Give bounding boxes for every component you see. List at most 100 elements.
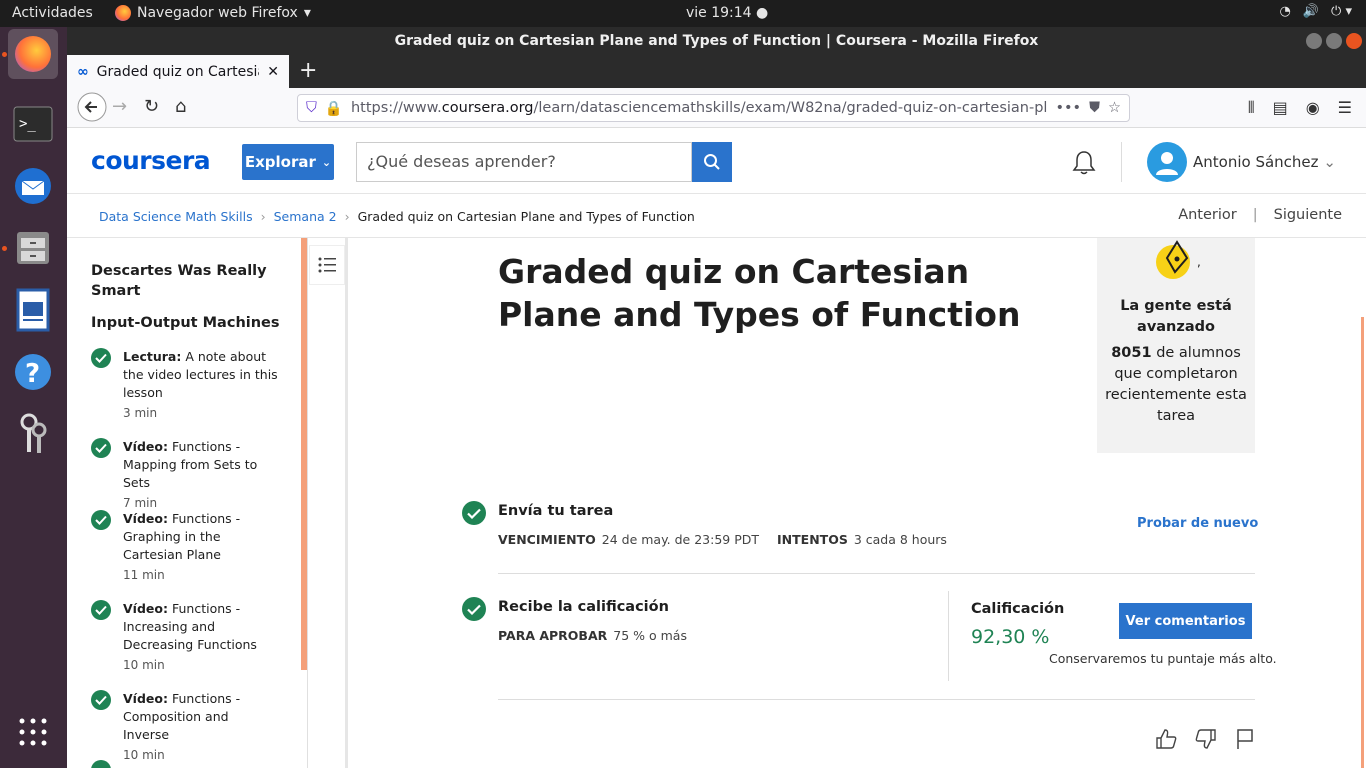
show-apps-button[interactable] <box>8 707 58 757</box>
svg-text:?: ? <box>25 359 40 389</box>
breadcrumb-course[interactable]: Data Science Math Skills <box>99 209 253 224</box>
divider <box>307 238 308 768</box>
coursera-header: coursera Explorar ⌄ ¿Qué deseas aprender… <box>67 128 1366 194</box>
bookmark-star-icon[interactable]: ☆ <box>1108 100 1121 116</box>
divider <box>1121 142 1122 182</box>
close-window-button[interactable] <box>1346 33 1362 49</box>
breadcrumb: Data Science Math Skills › Semana 2 › Gr… <box>99 209 695 224</box>
page-scrollbar[interactable] <box>1361 317 1364 768</box>
lesson-duration: 3 min <box>123 406 158 420</box>
retry-link[interactable]: Probar de nuevo <box>1137 516 1258 531</box>
running-indicator <box>2 246 7 251</box>
url-text[interactable]: https://www.coursera.org/learn/datascien… <box>351 100 1048 116</box>
dock-files[interactable] <box>8 223 58 273</box>
close-tab-icon[interactable]: ✕ <box>267 64 279 80</box>
check-circle-icon <box>91 690 111 710</box>
library-icon[interactable]: ⫴ <box>1248 98 1255 118</box>
minimize-button[interactable] <box>1306 33 1322 49</box>
view-feedback-button[interactable]: Ver comentarios <box>1119 603 1252 639</box>
lock-icon[interactable]: 🔒 <box>325 100 343 117</box>
notifications-button[interactable] <box>1072 150 1096 180</box>
search-input[interactable]: ¿Qué deseas aprender? <box>356 142 692 182</box>
coursera-logo[interactable]: coursera <box>91 146 211 175</box>
dock-firefox[interactable] <box>8 29 58 79</box>
previous-link[interactable]: Anterior <box>1178 207 1237 223</box>
chevron-down-icon: ⌄ <box>321 155 332 169</box>
divider <box>948 591 949 681</box>
lesson-kind: Lectura: <box>123 349 182 364</box>
forward-button[interactable]: → <box>112 96 127 117</box>
system-tray[interactable]: ◔ 🔊 ⏻ ▾ <box>1280 4 1352 19</box>
grid-icon <box>19 718 47 746</box>
section-heading[interactable]: Descartes Was Really Smart <box>91 261 281 301</box>
lesson-kind: Vídeo: <box>123 439 168 454</box>
back-arrow-icon <box>77 92 107 122</box>
user-menu[interactable]: Antonio Sánchez ⌄ <box>1193 153 1336 171</box>
url-prefix: https://www. <box>350 100 442 116</box>
file-cabinet-icon <box>17 232 49 264</box>
explore-button[interactable]: Explorar ⌄ <box>242 144 334 180</box>
dock-terminal[interactable]: >_ <box>8 99 58 149</box>
dock-passwords[interactable] <box>8 409 58 459</box>
avatar[interactable] <box>1147 142 1187 182</box>
bell-icon <box>1072 151 1096 175</box>
lesson-kind: Vídeo: <box>123 691 168 706</box>
url-domain: coursera.org <box>441 100 534 116</box>
dislike-button[interactable] <box>1195 728 1217 754</box>
navigation-toolbar: → ↻ ⌂ ⛉ 🔒 https://www.coursera.org/learn… <box>67 88 1366 128</box>
maximize-button[interactable] <box>1326 33 1342 49</box>
firefox-icon <box>115 5 131 21</box>
like-button[interactable] <box>1155 728 1177 754</box>
browser-tab[interactable]: ∞ Graded quiz on Cartesian Plane and Typ… <box>67 55 289 88</box>
section-heading[interactable]: Input-Output Machines <box>91 313 281 333</box>
chevron-right-icon: › <box>344 209 350 224</box>
promo-heading: La gente está avanzado <box>1120 298 1232 335</box>
step-title: Recibe la calificación <box>498 599 669 615</box>
pocket-icon[interactable]: ⛊ <box>1089 100 1100 116</box>
user-name: Antonio Sánchez <box>1193 153 1319 171</box>
lesson-kind: Vídeo: <box>123 601 168 616</box>
course-sidebar: Descartes Was Really Smart Input-Output … <box>67 238 307 768</box>
search-button[interactable] <box>692 142 732 182</box>
new-tab-button[interactable]: + <box>299 58 317 83</box>
home-button[interactable]: ⌂ <box>175 96 186 117</box>
hamburger-menu-icon[interactable]: ☰ <box>1338 98 1352 118</box>
window-titlebar: Graded quiz on Cartesian Plane and Types… <box>67 27 1366 55</box>
breadcrumb-current: Graded quiz on Cartesian Plane and Types… <box>357 209 695 224</box>
dock: >_ ? <box>0 27 67 768</box>
step-meta: VENCIMIENTO 24 de may. de 23:59 PDT INTENT… <box>498 532 947 547</box>
dock-writer[interactable] <box>8 285 58 335</box>
check-circle-icon <box>91 348 111 368</box>
lesson-kind: Vídeo: <box>123 511 168 526</box>
tab-title: Graded quiz on Cartesian Plane and Types… <box>96 63 260 80</box>
report-button[interactable] <box>1235 728 1255 754</box>
address-bar[interactable]: ⛉ 🔒 https://www.coursera.org/learn/datas… <box>297 94 1130 122</box>
pass-value: 75 % o más <box>613 628 687 643</box>
activities-button[interactable]: Actividades <box>12 5 93 21</box>
promo-count: 8051 <box>1111 345 1152 361</box>
step-title: Envía tu tarea <box>498 503 614 519</box>
divider <box>345 238 348 768</box>
lesson-duration: 10 min <box>123 658 165 672</box>
back-button[interactable] <box>77 92 107 127</box>
check-circle-icon <box>91 510 111 530</box>
next-link[interactable]: Siguiente <box>1274 207 1342 223</box>
check-circle-icon <box>91 438 111 458</box>
shield-icon[interactable]: ⛉ <box>306 100 317 116</box>
sidebar-icon[interactable]: ▤ <box>1273 98 1288 118</box>
url-path: /learn/datasciencemathskills/exam/W82na/… <box>533 100 1048 116</box>
page-actions-icon[interactable]: ••• <box>1055 100 1081 116</box>
attempts-value: 3 cada 8 hours <box>853 532 947 547</box>
progress-promo: , La gente está avanzado 8051 de alumnos… <box>1097 238 1255 453</box>
breadcrumb-week[interactable]: Semana 2 <box>274 209 337 224</box>
window-title: Graded quiz on Cartesian Plane and Types… <box>394 33 1039 49</box>
toggle-sidebar-button[interactable] <box>309 245 345 285</box>
reload-button[interactable]: ↻ <box>144 96 159 117</box>
clock[interactable]: vie 19:14 ● <box>686 5 768 21</box>
toolbar-right: ⫴ ▤ ◉ ☰ <box>1248 98 1352 118</box>
app-menu[interactable]: Navegador web Firefox ▾ <box>115 5 311 21</box>
due-value: 24 de may. de 23:59 PDT <box>601 532 760 547</box>
dock-thunderbird[interactable] <box>8 161 58 211</box>
account-icon[interactable]: ◉ <box>1306 98 1320 118</box>
dock-help[interactable]: ? <box>8 347 58 397</box>
